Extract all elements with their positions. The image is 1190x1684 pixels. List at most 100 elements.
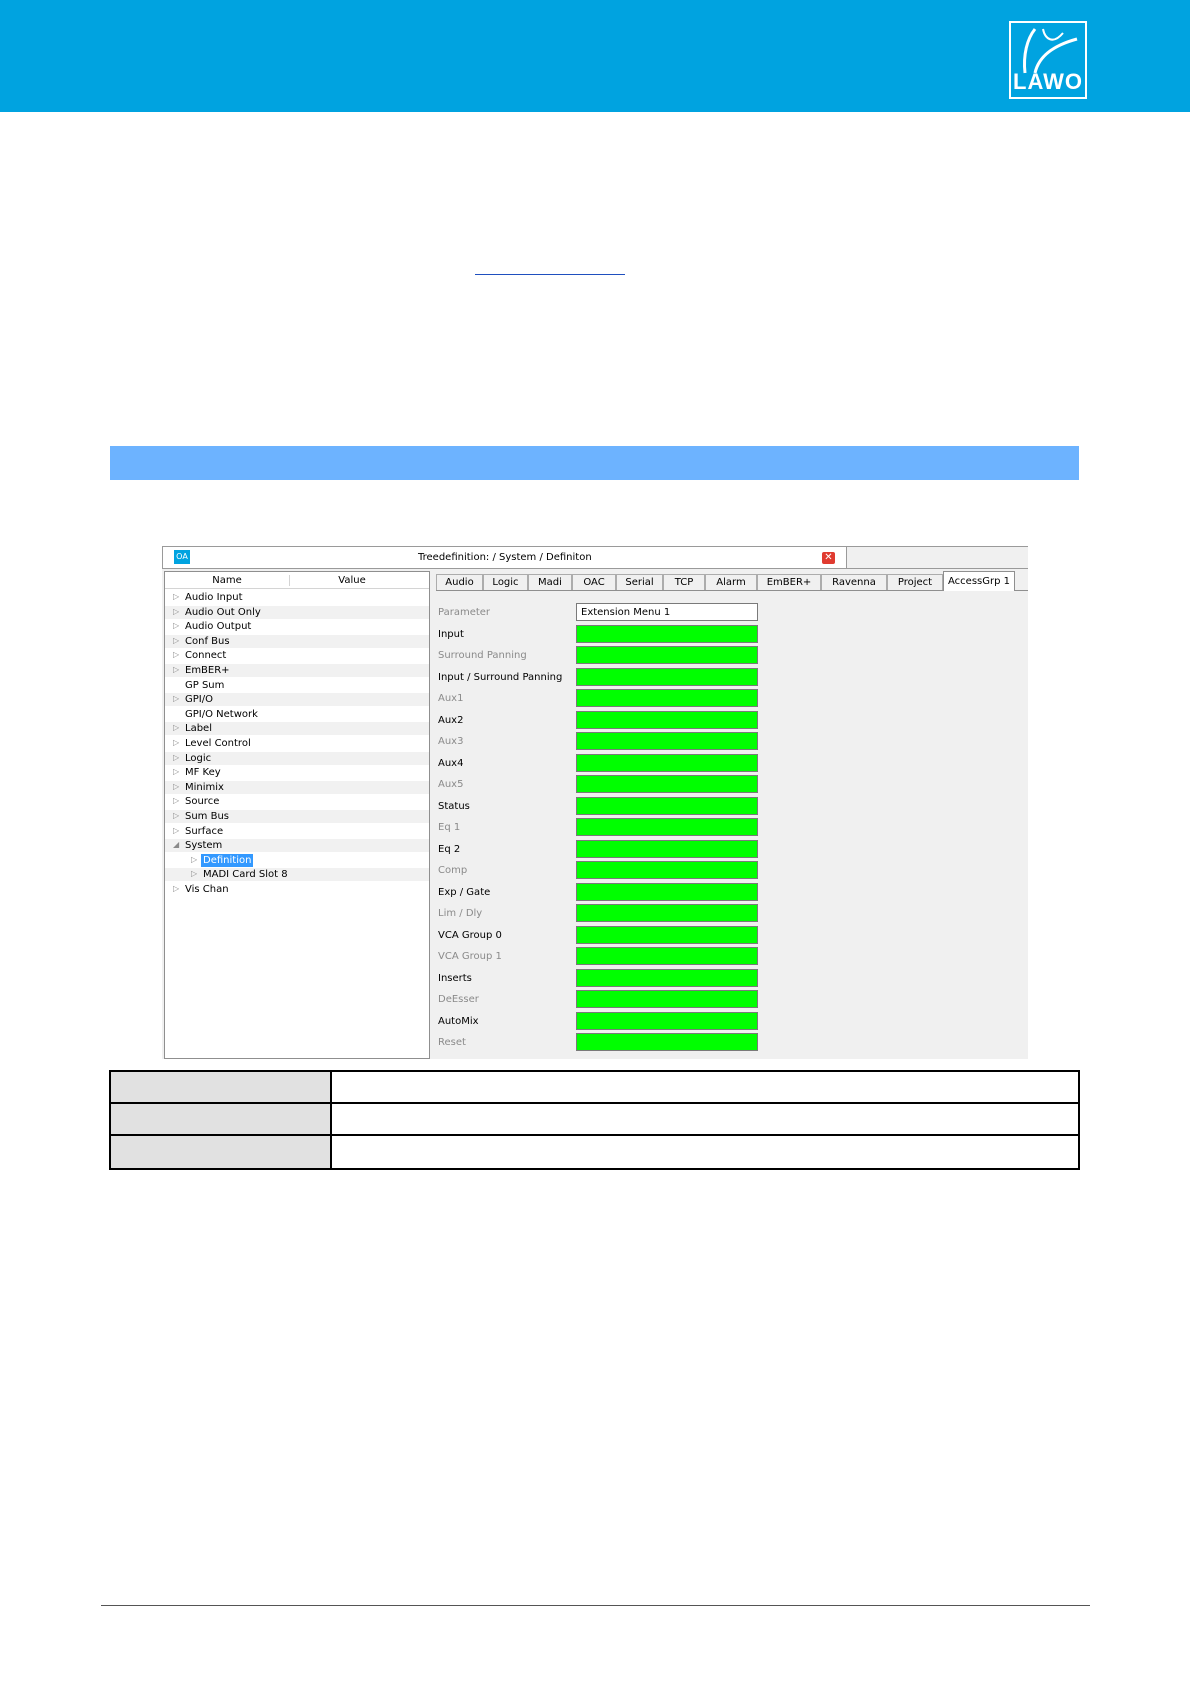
parameter-label: VCA Group 0	[438, 929, 502, 941]
expanded-arrow-icon[interactable]: ◢	[173, 840, 179, 849]
collapsed-arrow-icon[interactable]: ▷	[173, 738, 179, 747]
tree-item[interactable]: ▷ Audio Out Only	[165, 605, 429, 619]
window-body: Name Value ▷ Audio Input ▷ Audio Out Only ▷ A…	[162, 568, 1028, 1059]
parameter-label: Comp	[438, 865, 468, 876]
table-cell-value	[332, 1072, 1078, 1102]
tree-item[interactable]: ▷ MADI Card Slot 8	[165, 868, 429, 882]
parameter-label: DeEsser	[438, 994, 479, 1005]
access-toggle-cell[interactable]	[576, 1033, 758, 1051]
collapsed-arrow-icon[interactable]: ▷	[173, 782, 179, 791]
tree-item[interactable]: ▷ Level Control	[165, 737, 429, 750]
tab-oac[interactable]: OAC	[572, 574, 616, 590]
collapsed-arrow-icon[interactable]: ▷	[173, 621, 179, 630]
tab-ember-[interactable]: EmBER+	[757, 574, 821, 590]
access-toggle-cell[interactable]	[576, 818, 758, 836]
app-icon: OA	[174, 550, 190, 564]
collapsed-arrow-icon[interactable]: ▷	[173, 811, 179, 820]
collapsed-arrow-icon[interactable]: ▷	[173, 753, 179, 762]
collapsed-arrow-icon[interactable]: ▷	[173, 767, 179, 776]
hyperlink-underline[interactable]	[475, 258, 625, 275]
tab-audio[interactable]: Audio	[436, 574, 483, 590]
tab-madi[interactable]: Madi	[528, 574, 572, 590]
tree-item[interactable]: ▷ Audio Input	[165, 591, 429, 604]
column-header-name[interactable]: Name	[165, 575, 289, 586]
close-icon[interactable]: ✕	[822, 552, 835, 564]
tree-item[interactable]: ▷ Vis Chan	[165, 883, 429, 896]
tab-tcp[interactable]: TCP	[663, 574, 705, 590]
access-toggle-cell[interactable]	[576, 753, 758, 772]
collapsed-arrow-icon[interactable]: ▷	[173, 636, 179, 645]
tree-item[interactable]: ▷ Conf Bus	[165, 634, 429, 648]
access-toggle-cell[interactable]	[576, 882, 758, 901]
access-toggle-cell[interactable]	[576, 839, 758, 858]
access-toggle-cell[interactable]	[576, 904, 758, 922]
tree-item-label: Source	[185, 796, 220, 808]
table-cell-value	[332, 1104, 1078, 1134]
access-toggle-cell[interactable]	[576, 624, 758, 643]
access-toggle-cell[interactable]	[576, 947, 758, 965]
title-bar-empty	[847, 546, 1028, 568]
collapsed-arrow-icon[interactable]: ▷	[173, 826, 179, 835]
access-toggle-cell[interactable]	[576, 775, 758, 793]
access-toggle-cell[interactable]	[576, 861, 758, 879]
tree-item[interactable]: ▷ Definition	[165, 853, 429, 867]
tab-project[interactable]: Project	[887, 574, 943, 590]
collapsed-arrow-icon[interactable]: ▷	[173, 607, 179, 616]
tree-item[interactable]: ▷ Logic	[165, 751, 429, 765]
tab-ravenna[interactable]: Ravenna	[821, 574, 887, 590]
parameter-label: Lim / Dly	[438, 908, 483, 919]
parameter-label: Exp / Gate	[438, 886, 491, 898]
collapsed-arrow-icon[interactable]: ▷	[173, 884, 179, 893]
access-toggle-cell[interactable]	[576, 1011, 758, 1030]
tree-item[interactable]: ▷ Connect	[165, 649, 429, 662]
tab-serial[interactable]: Serial	[616, 574, 663, 590]
parameter-label: Eq 2	[438, 843, 461, 855]
tab-alarm[interactable]: Alarm	[705, 574, 757, 590]
collapsed-arrow-icon[interactable]: ▷	[173, 592, 179, 601]
tab-logic[interactable]: Logic	[483, 574, 528, 590]
tree-item[interactable]: ▷ Surface	[165, 825, 429, 838]
parameter-label: Eq 1	[438, 822, 461, 833]
access-toggle-cell[interactable]	[576, 646, 758, 664]
tree-item-label: EmBER+	[185, 665, 230, 676]
collapsed-arrow-icon[interactable]: ▷	[191, 855, 197, 864]
footer-rule	[101, 1605, 1090, 1606]
access-toggle-cell[interactable]	[576, 667, 758, 686]
tree-item-label: Label	[185, 723, 212, 735]
tree-item-label: Vis Chan	[185, 884, 229, 895]
collapsed-arrow-icon[interactable]: ▷	[173, 694, 179, 703]
access-toggle-cell[interactable]	[576, 689, 758, 707]
lawo-logo: LAWO	[1009, 21, 1087, 99]
tree-item[interactable]: GP Sum	[165, 679, 429, 692]
collapsed-arrow-icon[interactable]: ▷	[173, 723, 179, 732]
tree-item[interactable]: ▷ Sum Bus	[165, 810, 429, 823]
access-toggle-cell[interactable]	[576, 732, 758, 750]
table-row	[111, 1104, 1078, 1136]
column-header-value[interactable]: Value	[289, 575, 414, 586]
access-toggle-cell[interactable]	[576, 925, 758, 944]
tree-item[interactable]: ◢ System	[165, 839, 429, 853]
tree-item-label: Audio Out Only	[185, 606, 261, 618]
tree-item-label: MADI Card Slot 8	[203, 869, 288, 881]
tree-item[interactable]: ▷ Audio Output	[165, 620, 429, 633]
parameter-label: Inserts	[438, 972, 472, 984]
tree-item[interactable]: ▷ Source	[165, 795, 429, 808]
collapsed-arrow-icon[interactable]: ▷	[173, 665, 179, 674]
tree-item[interactable]: ▷ Minimix	[165, 780, 429, 794]
tree-item[interactable]: ▷ MF Key	[165, 766, 429, 779]
parameter-value-field[interactable]: Extension Menu 1	[576, 603, 758, 621]
access-toggle-cell[interactable]	[576, 796, 758, 815]
tree-item-label: Audio Input	[185, 592, 243, 603]
tree-item[interactable]: ▷ EmBER+	[165, 664, 429, 677]
access-toggle-cell[interactable]	[576, 710, 758, 729]
tree-item[interactable]: ▷ GPI/O	[165, 693, 429, 707]
collapsed-arrow-icon[interactable]: ▷	[173, 650, 179, 659]
access-toggle-cell[interactable]	[576, 968, 758, 987]
access-toggle-cell[interactable]	[576, 990, 758, 1008]
tab-accessgrp-1[interactable]: AccessGrp 1	[943, 571, 1015, 591]
parameter-label: Input	[438, 628, 464, 640]
collapsed-arrow-icon[interactable]: ▷	[173, 796, 179, 805]
tree-item[interactable]: ▷ Label	[165, 722, 429, 736]
tree-item[interactable]: GPI/O Network	[165, 708, 429, 721]
collapsed-arrow-icon[interactable]: ▷	[191, 869, 197, 878]
